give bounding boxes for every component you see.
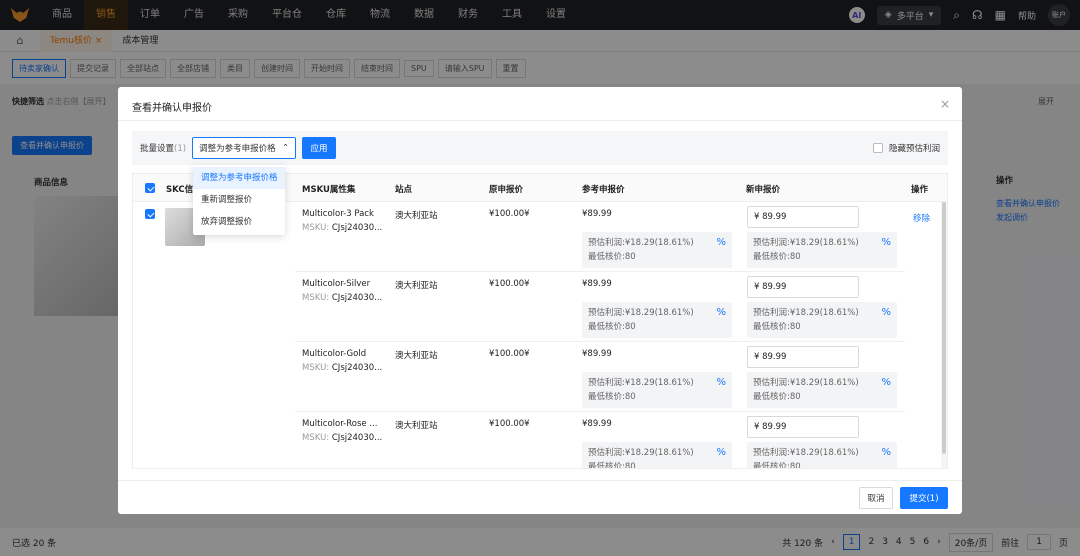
divider: [118, 120, 962, 121]
original-price: ¥100.00¥: [489, 209, 530, 219]
ref-profit-box: 预估利润:¥18.29(18.61%) 最低核价:80 %: [582, 302, 732, 338]
cancel-button[interactable]: 取消: [859, 487, 893, 509]
hide-profit-toggle[interactable]: 隐藏预估利润: [872, 142, 940, 154]
percent-icon[interactable]: %: [716, 446, 726, 460]
dropdown-option-abandon[interactable]: 放弃调整报价: [193, 211, 285, 233]
msku-value: CJsj24030...: [331, 293, 383, 303]
ref-profit: 预估利润:¥18.29(18.61%): [588, 238, 694, 248]
percent-icon[interactable]: %: [716, 236, 726, 250]
percent-icon[interactable]: %: [881, 236, 891, 250]
original-price: ¥100.00¥: [489, 279, 530, 289]
dropdown-option-adjust-to-ref[interactable]: 调整为参考申报价格: [193, 167, 285, 189]
divider: [118, 480, 962, 481]
new-min-price: 最低核价:80: [753, 252, 801, 262]
ref-profit: 预估利润:¥18.29(18.61%): [588, 378, 694, 388]
ref-profit: 预估利润:¥18.29(18.61%): [588, 448, 694, 458]
batch-action-dropdown: 调整为参考申报价格 重新调整报价 放弃调整报价: [193, 165, 285, 235]
batch-label-text: 批量设置: [140, 144, 175, 154]
ref-min-price: 最低核价:80: [588, 392, 636, 402]
new-price-input[interactable]: ¥ 89.99: [747, 276, 859, 298]
new-price-input[interactable]: ¥ 89.99: [747, 346, 859, 368]
new-min-price: 最低核价:80: [753, 462, 801, 469]
msku-code: MSKU: CJsj24030...: [302, 223, 382, 233]
scrollbar-thumb[interactable]: [942, 202, 946, 454]
col-msku: MSKU属性集: [302, 185, 356, 195]
msku-attr: Multicolor-Gold: [302, 349, 367, 359]
site-value: 澳大利亚站: [395, 281, 438, 291]
batch-select-value: 调整为参考申报价格: [199, 144, 276, 154]
col-site: 站点: [395, 185, 413, 195]
batch-label: 批量设置(1): [140, 142, 186, 154]
percent-icon[interactable]: %: [716, 306, 726, 320]
site-value: 澳大利亚站: [395, 351, 438, 361]
apply-button[interactable]: 应用: [302, 137, 337, 159]
msku-label: MSKU:: [302, 223, 330, 233]
batch-action-select[interactable]: 调整为参考申报价格 ⌃: [192, 137, 297, 159]
new-profit-box: 预估利润:¥18.29(18.61%) 最低核价:80 %: [747, 232, 897, 268]
site-value: 澳大利亚站: [395, 211, 438, 221]
hide-profit-label: 隐藏预估利润: [888, 144, 940, 154]
col-ref-price: 参考申报价: [582, 185, 625, 195]
ref-min-price: 最低核价:80: [588, 322, 636, 332]
ref-profit: 预估利润:¥18.29(18.61%): [588, 308, 694, 318]
col-actions: 操作: [911, 185, 929, 195]
new-price-input[interactable]: ¥ 89.99: [747, 416, 859, 438]
ref-min-price: 最低核价:80: [588, 252, 636, 262]
batch-count: (1): [174, 144, 187, 154]
msku-attr: Multicolor-Rose ...: [302, 419, 378, 429]
msku-label: MSKU:: [302, 363, 330, 373]
confirm-price-modal: 查看并确认申报价 × 批量设置(1) 调整为参考申报价格 ⌃ 应用 隐藏预估利润…: [118, 87, 962, 514]
new-profit: 预估利润:¥18.29(18.61%): [753, 238, 859, 248]
msku-attr: Multicolor-Silver: [302, 279, 371, 289]
original-price: ¥100.00¥: [489, 349, 530, 359]
new-min-price: 最低核价:80: [753, 322, 801, 332]
col-original-price: 原申报价: [489, 185, 524, 195]
ref-min-price: 最低核价:80: [588, 462, 636, 469]
ref-price: ¥89.99: [582, 279, 612, 289]
new-profit-box: 预估利润:¥18.29(18.61%) 最低核价:80 %: [747, 442, 897, 469]
col-new-price: 新申报价: [746, 185, 781, 195]
new-min-price: 最低核价:80: [753, 392, 801, 402]
new-profit-box: 预估利润:¥18.29(18.61%) 最低核价:80 %: [747, 302, 897, 338]
ref-profit-box: 预估利润:¥18.29(18.61%) 最低核价:80 %: [582, 372, 732, 408]
percent-icon[interactable]: %: [881, 376, 891, 390]
close-icon[interactable]: ×: [940, 97, 950, 111]
msku-attr: Multicolor-3 Pack: [302, 209, 374, 219]
col-skc: SKC信: [166, 185, 194, 195]
msku-code: MSKU: CJsj24030...: [302, 363, 382, 373]
new-profit: 预估利润:¥18.29(18.61%): [753, 448, 859, 458]
msku-value: CJsj24030...: [331, 223, 383, 233]
new-price-input[interactable]: ¥ 89.99: [747, 206, 859, 228]
msku-code: MSKU: CJsj24030...: [302, 293, 382, 303]
hide-profit-checkbox[interactable]: [872, 143, 883, 153]
batch-settings-bar: 批量设置(1) 调整为参考申报价格 ⌃ 应用 隐藏预估利润: [132, 131, 948, 165]
percent-icon[interactable]: %: [881, 306, 891, 320]
percent-icon[interactable]: %: [716, 376, 726, 390]
new-profit-box: 预估利润:¥18.29(18.61%) 最低核价:80 %: [747, 372, 897, 408]
new-profit: 预估利润:¥18.29(18.61%): [753, 308, 859, 318]
dropdown-option-readjust[interactable]: 重新调整报价: [193, 189, 285, 211]
select-all-checkbox[interactable]: [145, 183, 155, 193]
ref-profit-box: 预估利润:¥18.29(18.61%) 最低核价:80 %: [582, 442, 732, 469]
msku-code: MSKU: CJsj24030...: [302, 433, 382, 443]
percent-icon[interactable]: %: [881, 446, 891, 460]
ref-profit-box: 预估利润:¥18.29(18.61%) 最低核价:80 %: [582, 232, 732, 268]
chevron-up-icon: ⌃: [281, 143, 290, 153]
remove-link[interactable]: 移除: [913, 212, 930, 224]
msku-value: CJsj24030...: [331, 363, 383, 373]
new-profit: 预估利润:¥18.29(18.61%): [753, 378, 859, 388]
ref-price: ¥89.99: [582, 419, 612, 429]
msku-label: MSKU:: [302, 433, 330, 443]
ref-price: ¥89.99: [582, 209, 612, 219]
row-checkbox[interactable]: [145, 209, 155, 219]
msku-label: MSKU:: [302, 293, 330, 303]
submit-button[interactable]: 提交(1): [900, 487, 948, 509]
modal-title: 查看并确认申报价: [132, 103, 212, 114]
ref-price: ¥89.99: [582, 349, 612, 359]
original-price: ¥100.00¥: [489, 419, 530, 429]
site-value: 澳大利亚站: [395, 421, 438, 431]
msku-value: CJsj24030...: [331, 433, 383, 443]
